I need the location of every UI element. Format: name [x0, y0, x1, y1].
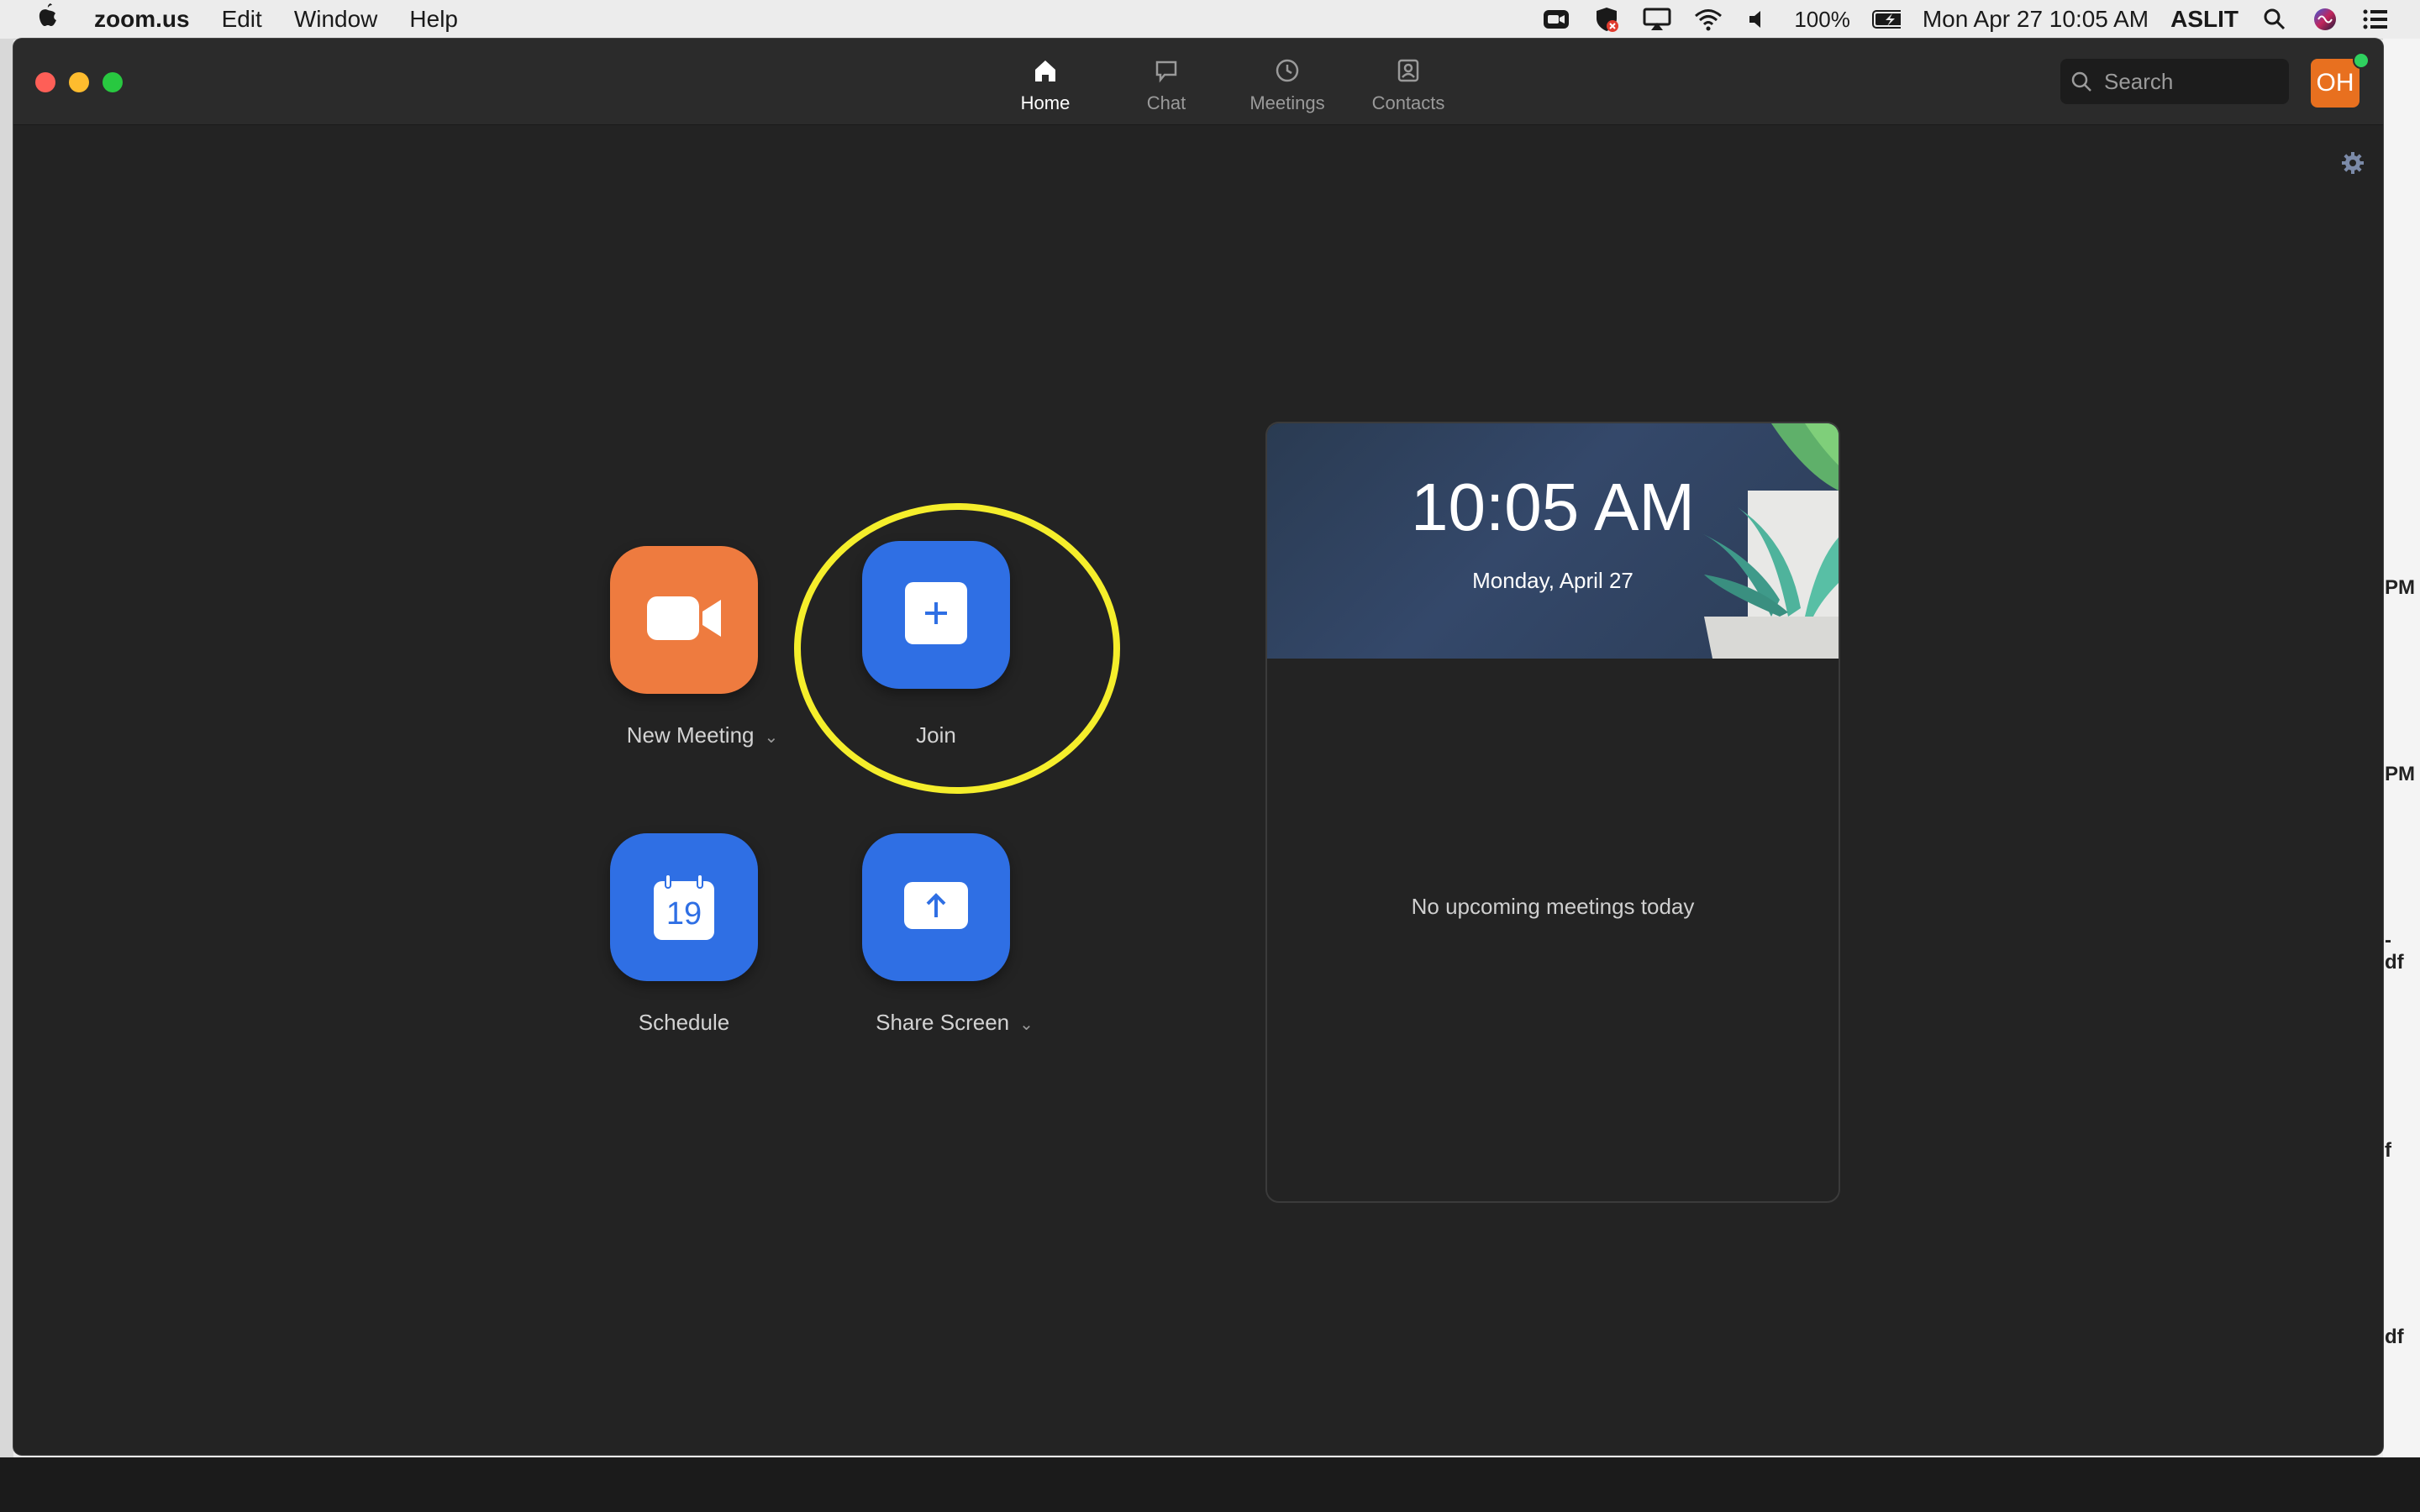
new-meeting-label-row[interactable]: New Meeting ⌄	[593, 722, 812, 748]
share-screen-dropdown-chevron-icon[interactable]: ⌄	[1019, 1016, 1034, 1034]
zoom-video-status-icon[interactable]	[1542, 7, 1570, 32]
desktop-background	[0, 1457, 2420, 1512]
spotlight-search-icon[interactable]	[2260, 7, 2289, 32]
background-text-fragment: PM	[2385, 763, 2415, 785]
zoom-main-window: Home Chat Meetings Contacts Search OH Ne…	[13, 39, 2383, 1455]
share-arrow-icon	[902, 880, 970, 935]
notification-center-icon[interactable]	[2361, 7, 2390, 32]
wifi-icon[interactable]	[1693, 7, 1723, 32]
calendar-icon: 19	[650, 873, 718, 942]
background-window-edge-left	[0, 39, 13, 1467]
join-button[interactable]	[862, 541, 1010, 689]
schedule-label: Schedule	[638, 1010, 730, 1035]
plus-icon	[905, 581, 967, 648]
clock-banner: 10:05 AM Monday, April 27	[1267, 423, 1839, 659]
presence-status-dot	[2353, 52, 2370, 69]
new-meeting-label: New Meeting	[626, 722, 755, 748]
clock-icon	[1275, 54, 1300, 87]
tab-chat-label: Chat	[1146, 92, 1186, 113]
menubar-user[interactable]: ASLIT	[2170, 6, 2238, 33]
airplay-icon[interactable]	[1643, 7, 1671, 32]
tab-home[interactable]: Home	[985, 54, 1106, 118]
background-text-fragment: PM	[2385, 576, 2415, 599]
background-text-fragment: df	[2385, 1326, 2404, 1348]
schedule-button[interactable]: 19	[610, 833, 758, 981]
share-screen-label-row[interactable]: Share Screen ⌄	[845, 1010, 1064, 1036]
macos-menu-bar: zoom.us Edit Window Help 100% Mon Apr 27…	[0, 0, 2420, 39]
battery-percent: 100%	[1794, 6, 1850, 32]
contact-card-icon	[1396, 54, 1421, 87]
window-titlebar: Home Chat Meetings Contacts Search OH	[13, 39, 2383, 125]
menu-edit[interactable]: Edit	[222, 6, 262, 33]
siri-icon[interactable]	[2311, 7, 2339, 32]
settings-gear-icon[interactable]	[2339, 150, 2366, 176]
background-text-fragment: f	[2385, 1139, 2391, 1162]
search-icon	[2060, 71, 2102, 92]
main-tab-bar: Home Chat Meetings Contacts	[985, 54, 1469, 118]
tab-meetings-label: Meetings	[1249, 92, 1325, 113]
video-camera-icon	[645, 593, 723, 648]
close-window-button[interactable]	[35, 72, 55, 92]
tab-contacts-label: Contacts	[1371, 92, 1445, 113]
search-input[interactable]	[2102, 67, 2274, 96]
chat-bubble-icon	[1154, 54, 1179, 87]
menu-help[interactable]: Help	[409, 6, 458, 33]
share-screen-label: Share Screen	[876, 1010, 1010, 1035]
battery-charging-icon[interactable]	[1871, 7, 1901, 32]
apple-menu-icon[interactable]	[34, 3, 62, 35]
background-text-fragment: -	[2385, 929, 2391, 952]
join-label: Join	[916, 722, 956, 748]
minimize-window-button[interactable]	[69, 72, 89, 92]
menu-window[interactable]: Window	[294, 6, 378, 33]
search-box[interactable]	[2060, 59, 2289, 104]
menubar-clock[interactable]: Mon Apr 27 10:05 AM	[1923, 6, 2149, 33]
calendar-day-number: 19	[666, 896, 702, 932]
avatar[interactable]: OH	[2311, 59, 2360, 108]
zoom-window-button[interactable]	[103, 72, 123, 92]
current-date: Monday, April 27	[1472, 568, 1634, 593]
upcoming-meetings-panel: 10:05 AM Monday, April 27 No upcoming me…	[1265, 422, 1840, 1203]
tab-meetings[interactable]: Meetings	[1227, 54, 1348, 118]
share-screen-button[interactable]	[862, 833, 1010, 981]
tab-contacts[interactable]: Contacts	[1348, 54, 1469, 118]
no-meetings-message: No upcoming meetings today	[1411, 894, 1695, 919]
new-meeting-button[interactable]	[610, 546, 758, 694]
new-meeting-dropdown-chevron-icon[interactable]: ⌄	[764, 728, 778, 747]
app-menu-zoom[interactable]: zoom.us	[94, 6, 190, 33]
background-window-edge-right: PM PM - df f df	[2383, 39, 2420, 1467]
current-time: 10:05 AM	[1410, 470, 1695, 544]
home-icon	[1033, 54, 1058, 87]
background-text-fragment: df	[2385, 951, 2404, 974]
tab-home-label: Home	[1020, 92, 1071, 113]
tab-chat[interactable]: Chat	[1106, 54, 1227, 118]
volume-icon[interactable]	[1744, 7, 1772, 32]
avatar-initials: OH	[2316, 69, 2354, 97]
security-shield-icon[interactable]	[1592, 7, 1621, 32]
